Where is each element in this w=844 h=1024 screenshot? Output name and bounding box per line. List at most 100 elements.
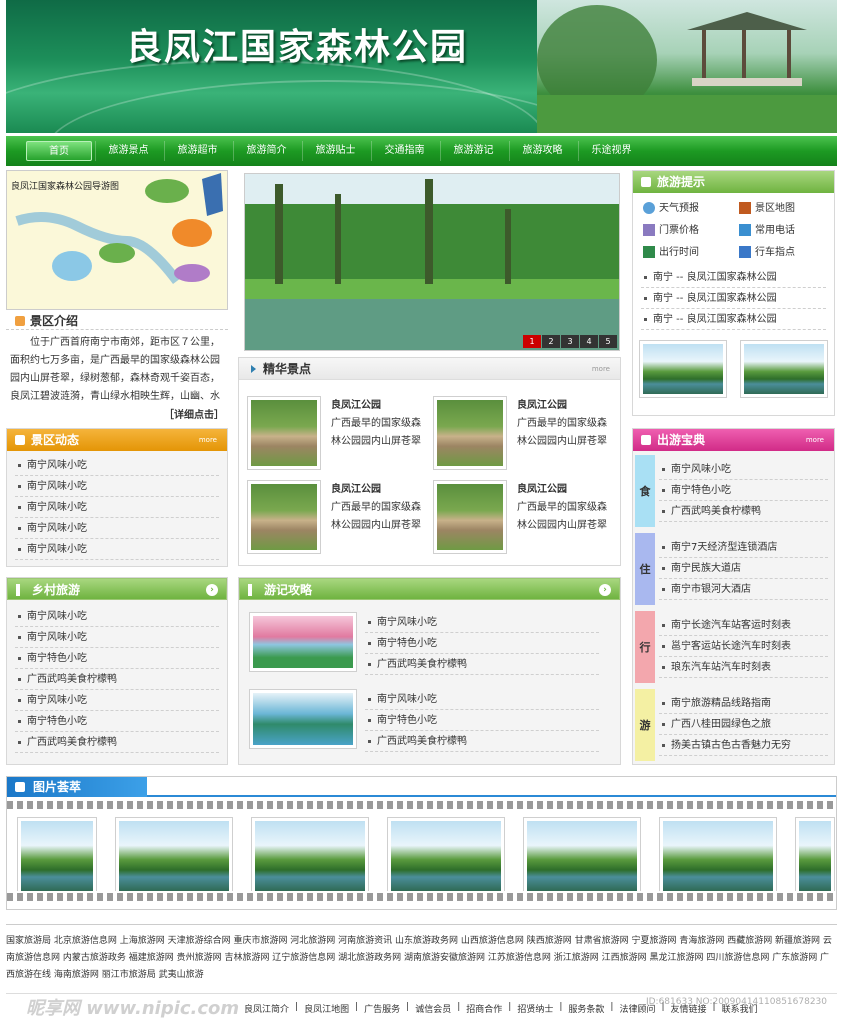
map-icon — [739, 202, 751, 214]
friend-links[interactable]: 国家旅游局 北京旅游信息网 上海旅游网 天津旅游综合网 重庆市旅游网 河北旅游网… — [6, 924, 837, 984]
tips-thumb[interactable] — [740, 340, 828, 398]
travelogue-group: 南宁风味小吃 南宁特色小吃 广西武鸣美食柠檬鸭 — [239, 600, 620, 679]
footer-link-intro[interactable]: 良凤江简介 — [244, 1002, 289, 1015]
list-item[interactable]: 广西武鸣美食柠檬鸭 — [365, 731, 599, 752]
list-item[interactable]: 南宁风味小吃 — [15, 476, 219, 497]
list-item[interactable]: 南宁民族大道店 — [659, 558, 828, 579]
footer-link-terms[interactable]: 服务条款 — [568, 1002, 604, 1015]
featured-text: 良凤江公园 广西最早的国家级森林公园园内山屏苍翠 — [331, 396, 423, 470]
slide-page-4[interactable]: 4 — [580, 335, 598, 348]
nav-item-video[interactable]: 乐途视界 — [578, 141, 644, 161]
footer: 良凤江简介 | 良凤江地图 | 广告服务 | 诚信会员 | 招商合作 | 招贤纳士 | 服务… — [6, 993, 837, 1024]
footer-link-members[interactable]: 诚信会员 — [415, 1002, 451, 1015]
list-item[interactable]: 南宁风味小吃 — [15, 455, 219, 476]
drive-link[interactable]: 行车指点 — [739, 245, 835, 261]
list-item[interactable]: 邕宁客运站长途汽车时刻表 — [659, 636, 828, 657]
list-item[interactable]: 南宁风味小吃 — [15, 606, 219, 627]
list-item[interactable]: 南宁 -- 良凤江国家森林公园 — [641, 267, 826, 288]
footer-link-jobs[interactable]: 招贤纳士 — [517, 1002, 553, 1015]
slideshow[interactable]: 1 2 3 4 5 — [244, 173, 620, 351]
news-more-link[interactable]: more — [199, 429, 217, 451]
weather-link[interactable]: 天气预报 — [643, 201, 739, 217]
list-item[interactable]: 南宁旅游精品线路指南 — [659, 693, 828, 714]
featured-item[interactable]: 良凤江公园 广西最早的国家级森林公园园内山屏苍翠 — [433, 480, 619, 554]
nav-item-travelogue[interactable]: 旅游游记 — [440, 141, 506, 161]
footer-link-business[interactable]: 招商合作 — [466, 1002, 502, 1015]
featured-more-link[interactable]: more — [592, 358, 610, 380]
travelogue-thumb[interactable] — [249, 612, 357, 672]
slide-page-1[interactable]: 1 — [523, 335, 541, 348]
list-item[interactable]: 南宁 -- 良凤江国家森林公园 — [641, 288, 826, 309]
weather-label: 天气预报 — [659, 203, 699, 214]
list-item[interactable]: 南宁风味小吃 — [15, 518, 219, 539]
rural-more-icon[interactable]: › — [206, 584, 218, 596]
list-item[interactable]: 琅东汽车站汽车时刻表 — [659, 657, 828, 678]
list-item[interactable]: 南宁特色小吃 — [365, 633, 599, 654]
list-item[interactable]: 广西武鸣美食柠檬鸭 — [15, 669, 219, 690]
gallery-thumb[interactable] — [115, 817, 233, 891]
news-header: 景区动态 more — [7, 429, 227, 451]
tour-map[interactable]: 良凤江国家森林公园导游图 — [6, 170, 228, 310]
list-item[interactable]: 南宁长途汽车站客运时刻表 — [659, 615, 828, 636]
list-item[interactable]: 南宁特色小吃 — [365, 710, 599, 731]
nav-item-intro[interactable]: 旅游简介 — [233, 141, 299, 161]
rock-image — [437, 400, 503, 466]
list-item[interactable]: 南宁特色小吃 — [15, 648, 219, 669]
rock-image — [251, 484, 317, 550]
guide-more-link[interactable]: more — [806, 429, 824, 451]
nav-item-tips[interactable]: 旅游贴士 — [302, 141, 368, 161]
slide-page-3[interactable]: 3 — [561, 335, 579, 348]
gallery-thumb[interactable] — [523, 817, 641, 891]
featured-item[interactable]: 良凤江公园 广西最早的国家级森林公园园内山屏苍翠 — [247, 480, 433, 554]
gallery-thumb[interactable] — [251, 817, 369, 891]
gallery-thumb[interactable] — [659, 817, 777, 891]
time-link[interactable]: 出行时间 — [643, 245, 739, 261]
footer-link-map[interactable]: 良凤江地图 — [304, 1002, 349, 1015]
travel-tips-header: 旅游提示 — [633, 171, 834, 193]
featured-text: 良凤江公园 广西最早的国家级森林公园园内山屏苍翠 — [517, 396, 609, 470]
nav-item-attractions[interactable]: 旅游景点 — [95, 141, 161, 161]
list-item[interactable]: 南宁风味小吃 — [15, 497, 219, 518]
ticket-link[interactable]: 门票价格 — [643, 223, 739, 239]
list-item[interactable]: 广西武鸣美食柠檬鸭 — [659, 501, 828, 522]
list-item[interactable]: 南宁市银河大酒店 — [659, 579, 828, 600]
list-item[interactable]: 南宁 -- 良凤江国家森林公园 — [641, 309, 826, 330]
list-item[interactable]: 南宁风味小吃 — [659, 459, 828, 480]
travelogue-more-icon[interactable]: › — [599, 584, 611, 596]
phone-link[interactable]: 常用电话 — [739, 223, 835, 239]
list-item[interactable]: 南宁风味小吃 — [365, 612, 599, 633]
list-item[interactable]: 广西武鸣美食柠檬鸭 — [15, 732, 219, 753]
list-item[interactable]: 扬美古镇古色古香魅力无穷 — [659, 735, 828, 756]
tips-thumb-image — [643, 344, 723, 394]
featured-name: 良凤江公园 — [517, 400, 567, 411]
list-item[interactable]: 南宁风味小吃 — [365, 689, 599, 710]
list-item[interactable]: 南宁风味小吃 — [15, 690, 219, 711]
gallery-thumb[interactable] — [387, 817, 505, 891]
list-item[interactable]: 南宁风味小吃 — [15, 539, 219, 560]
slide-page-2[interactable]: 2 — [542, 335, 560, 348]
travelogue-thumb[interactable] — [249, 689, 357, 749]
list-item[interactable]: 南宁风味小吃 — [15, 627, 219, 648]
featured-item[interactable]: 良凤江公园 广西最早的国家级森林公园园内山屏苍翠 — [247, 396, 433, 470]
nav-item-home[interactable]: 首页 — [26, 141, 92, 161]
tips-thumb[interactable] — [639, 340, 727, 398]
nav-item-strategy[interactable]: 旅游攻略 — [509, 141, 575, 161]
list-item[interactable]: 南宁7天经济型连锁酒店 — [659, 537, 828, 558]
list-item[interactable]: 南宁特色小吃 — [659, 480, 828, 501]
slide-page-5[interactable]: 5 — [599, 335, 617, 348]
nav-item-transport[interactable]: 交通指南 — [371, 141, 437, 161]
list-item[interactable]: 南宁特色小吃 — [15, 711, 219, 732]
gallery-thumb[interactable] — [17, 817, 97, 891]
news-panel: 景区动态 more 南宁风味小吃 南宁风味小吃 南宁风味小吃 南宁风味小吃 南宁… — [6, 428, 228, 567]
featured-item[interactable]: 良凤江公园 广西最早的国家级森林公园园内山屏苍翠 — [433, 396, 619, 470]
list-item[interactable]: 广西武鸣美食柠檬鸭 — [365, 654, 599, 675]
footer-link-ads[interactable]: 广告服务 — [364, 1002, 400, 1015]
intro-more-link[interactable]: ［详细点击］ — [164, 406, 224, 421]
gallery-thumb[interactable] — [795, 817, 835, 891]
main-nav: 首页 旅游景点 旅游超市 旅游简介 旅游贴士 交通指南 旅游游记 旅游攻略 乐途… — [6, 136, 837, 166]
bar-icon — [16, 584, 20, 596]
nav-item-market[interactable]: 旅游超市 — [164, 141, 230, 161]
news-list: 南宁风味小吃 南宁风味小吃 南宁风味小吃 南宁风味小吃 南宁风味小吃 — [7, 451, 227, 564]
map-link[interactable]: 景区地图 — [739, 201, 835, 217]
list-item[interactable]: 广西八桂田园绿色之旅 — [659, 714, 828, 735]
